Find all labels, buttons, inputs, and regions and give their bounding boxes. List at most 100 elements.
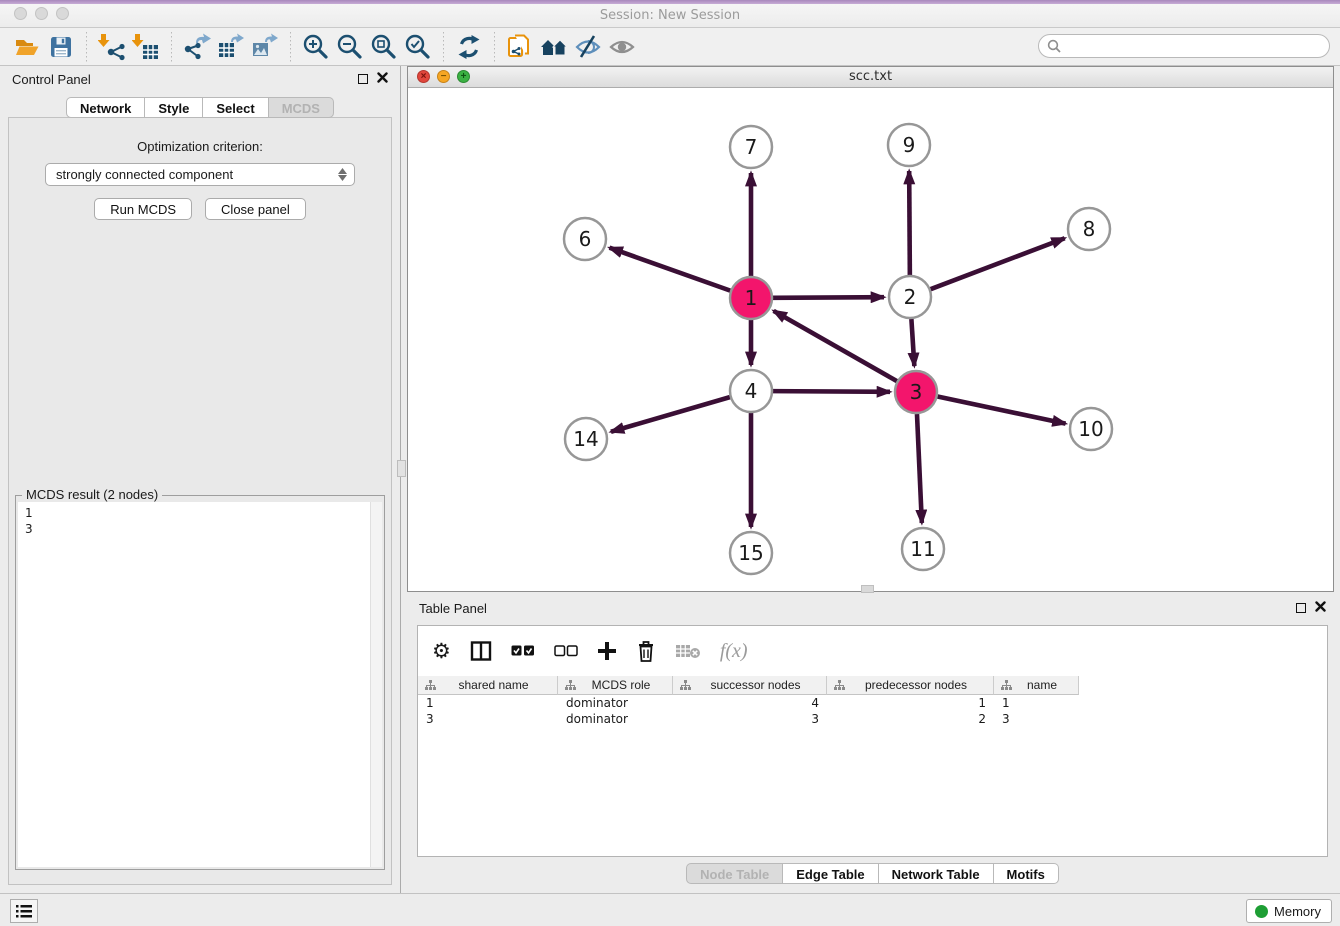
table-panel-title: Table Panel xyxy=(419,601,487,616)
function-builder-icon: f(x) xyxy=(720,638,748,664)
column-view-icon[interactable] xyxy=(470,638,492,664)
edge-3-11[interactable] xyxy=(917,414,922,523)
import-table-icon[interactable] xyxy=(129,32,163,62)
edge-1-2[interactable] xyxy=(773,297,884,298)
table-cell[interactable]: 4 xyxy=(673,696,827,710)
chevron-up-down-icon xyxy=(338,168,347,181)
main-toolbar xyxy=(0,28,1340,66)
node-table-box: ⚙ f(x) xyxy=(417,625,1328,857)
zoom-selected-icon[interactable] xyxy=(401,32,435,62)
import-network-icon[interactable] xyxy=(95,32,129,62)
delete-column-icon[interactable] xyxy=(636,638,656,664)
float-panel-icon[interactable] xyxy=(358,74,368,84)
export-network-icon[interactable] xyxy=(180,32,214,62)
table-cell[interactable]: dominator xyxy=(558,696,673,710)
zoom-out-icon[interactable] xyxy=(333,32,367,62)
table-cell[interactable]: 3 xyxy=(418,712,558,726)
graph-node-label-2: 2 xyxy=(904,285,917,309)
mcds-result-list[interactable]: 1 3 xyxy=(18,502,382,537)
edge-3-1[interactable] xyxy=(774,311,897,381)
table-cell[interactable]: 1 xyxy=(994,696,1079,710)
edge-4-14[interactable] xyxy=(611,397,730,432)
control-panel: Control Panel NetworkStyleSelectMCDS Opt… xyxy=(0,66,400,893)
frame-minimize-icon[interactable]: − xyxy=(437,70,450,83)
network-canvas[interactable]: 7968124314101511 xyxy=(408,88,1333,591)
close-table-panel-icon[interactable] xyxy=(1315,599,1326,617)
edge-4-3[interactable] xyxy=(773,391,890,392)
tab-motifs[interactable]: Motifs xyxy=(994,863,1059,884)
graph-node-label-14: 14 xyxy=(573,427,598,451)
edge-2-8[interactable] xyxy=(931,238,1065,289)
column-header-MCDS-role[interactable]: MCDS role xyxy=(558,676,673,695)
result-scrollbar[interactable] xyxy=(370,502,382,867)
run-mcds-button[interactable]: Run MCDS xyxy=(94,198,192,220)
column-header-predecessor-nodes[interactable]: predecessor nodes xyxy=(827,676,994,695)
tab-node-table[interactable]: Node Table xyxy=(686,863,783,884)
column-header-shared-name[interactable]: shared name xyxy=(418,676,558,695)
network-graph[interactable]: 7968124314101511 xyxy=(408,88,1333,591)
tab-select[interactable]: Select xyxy=(203,97,268,118)
accent-strip xyxy=(0,0,1340,4)
delete-table-icon xyxy=(675,638,701,664)
close-panel-icon[interactable] xyxy=(377,70,388,88)
frame-zoom-icon[interactable]: + xyxy=(457,70,470,83)
deselect-all-icon[interactable] xyxy=(554,638,578,664)
refresh-view-icon[interactable] xyxy=(452,32,486,62)
tab-mcds[interactable]: MCDS xyxy=(269,97,334,118)
table-panel-tabs: Node TableEdge TableNetwork TableMotifs xyxy=(686,863,1059,884)
status-bar: Memory xyxy=(0,893,1340,926)
criterion-select[interactable]: strongly connected component xyxy=(45,163,355,186)
home-icon[interactable] xyxy=(537,32,571,62)
table-cell[interactable]: 3 xyxy=(994,712,1079,726)
column-header-successor-nodes[interactable]: successor nodes xyxy=(673,676,827,695)
mcds-result-title: MCDS result (2 nodes) xyxy=(22,487,162,502)
table-split-handle[interactable] xyxy=(861,585,874,593)
table-row[interactable]: 3dominator323 xyxy=(418,711,1327,727)
export-image-icon[interactable] xyxy=(248,32,282,62)
table-cell[interactable]: dominator xyxy=(558,712,673,726)
edge-2-9[interactable] xyxy=(909,171,910,275)
select-all-icon[interactable] xyxy=(511,638,535,664)
table-cell[interactable]: 1 xyxy=(418,696,558,710)
export-table-icon[interactable] xyxy=(214,32,248,62)
table-row[interactable]: 1dominator411 xyxy=(418,695,1327,711)
table-cell[interactable]: 3 xyxy=(673,712,827,726)
hide-selected-icon[interactable] xyxy=(571,32,605,62)
frame-close-icon[interactable]: × xyxy=(417,70,430,83)
table-cell[interactable]: 1 xyxy=(827,696,994,710)
toolbar-separator xyxy=(171,32,172,62)
table-settings-icon[interactable]: ⚙ xyxy=(432,638,451,664)
memory-button[interactable]: Memory xyxy=(1246,899,1332,923)
close-panel-button[interactable]: Close panel xyxy=(205,198,306,220)
task-history-button[interactable] xyxy=(10,899,38,923)
graph-node-label-6: 6 xyxy=(579,227,592,251)
open-session-icon[interactable] xyxy=(10,32,44,62)
tab-edge-table[interactable]: Edge Table xyxy=(783,863,878,884)
memory-status-icon xyxy=(1255,905,1268,918)
criterion-selected-value: strongly connected component xyxy=(56,167,233,182)
search-input[interactable] xyxy=(1038,34,1330,58)
edge-3-10[interactable] xyxy=(938,397,1066,424)
window-titlebar: Session: New Session xyxy=(0,0,1340,28)
toolbar-separator xyxy=(86,32,87,62)
list-icon xyxy=(16,904,32,919)
divider-handle[interactable] xyxy=(397,460,406,477)
tab-style[interactable]: Style xyxy=(145,97,203,118)
table-cell[interactable]: 2 xyxy=(827,712,994,726)
show-all-icon[interactable] xyxy=(605,32,639,62)
graph-node-label-10: 10 xyxy=(1078,417,1103,441)
edge-2-3[interactable] xyxy=(911,319,914,366)
tab-network[interactable]: Network xyxy=(66,97,145,118)
network-frame-titlebar[interactable]: × − + scc.txt xyxy=(408,67,1333,88)
zoom-in-icon[interactable] xyxy=(299,32,333,62)
graph-node-label-11: 11 xyxy=(910,537,935,561)
float-table-panel-icon[interactable] xyxy=(1296,603,1306,613)
save-session-icon[interactable] xyxy=(44,32,78,62)
edge-1-6[interactable] xyxy=(609,248,730,291)
column-header-name[interactable]: name xyxy=(994,676,1079,695)
add-column-icon[interactable] xyxy=(597,638,617,664)
network-view-frame: × − + scc.txt 7968124314101511 xyxy=(407,66,1334,592)
zoom-fit-icon[interactable] xyxy=(367,32,401,62)
clone-network-icon[interactable] xyxy=(503,32,537,62)
tab-network-table[interactable]: Network Table xyxy=(879,863,994,884)
